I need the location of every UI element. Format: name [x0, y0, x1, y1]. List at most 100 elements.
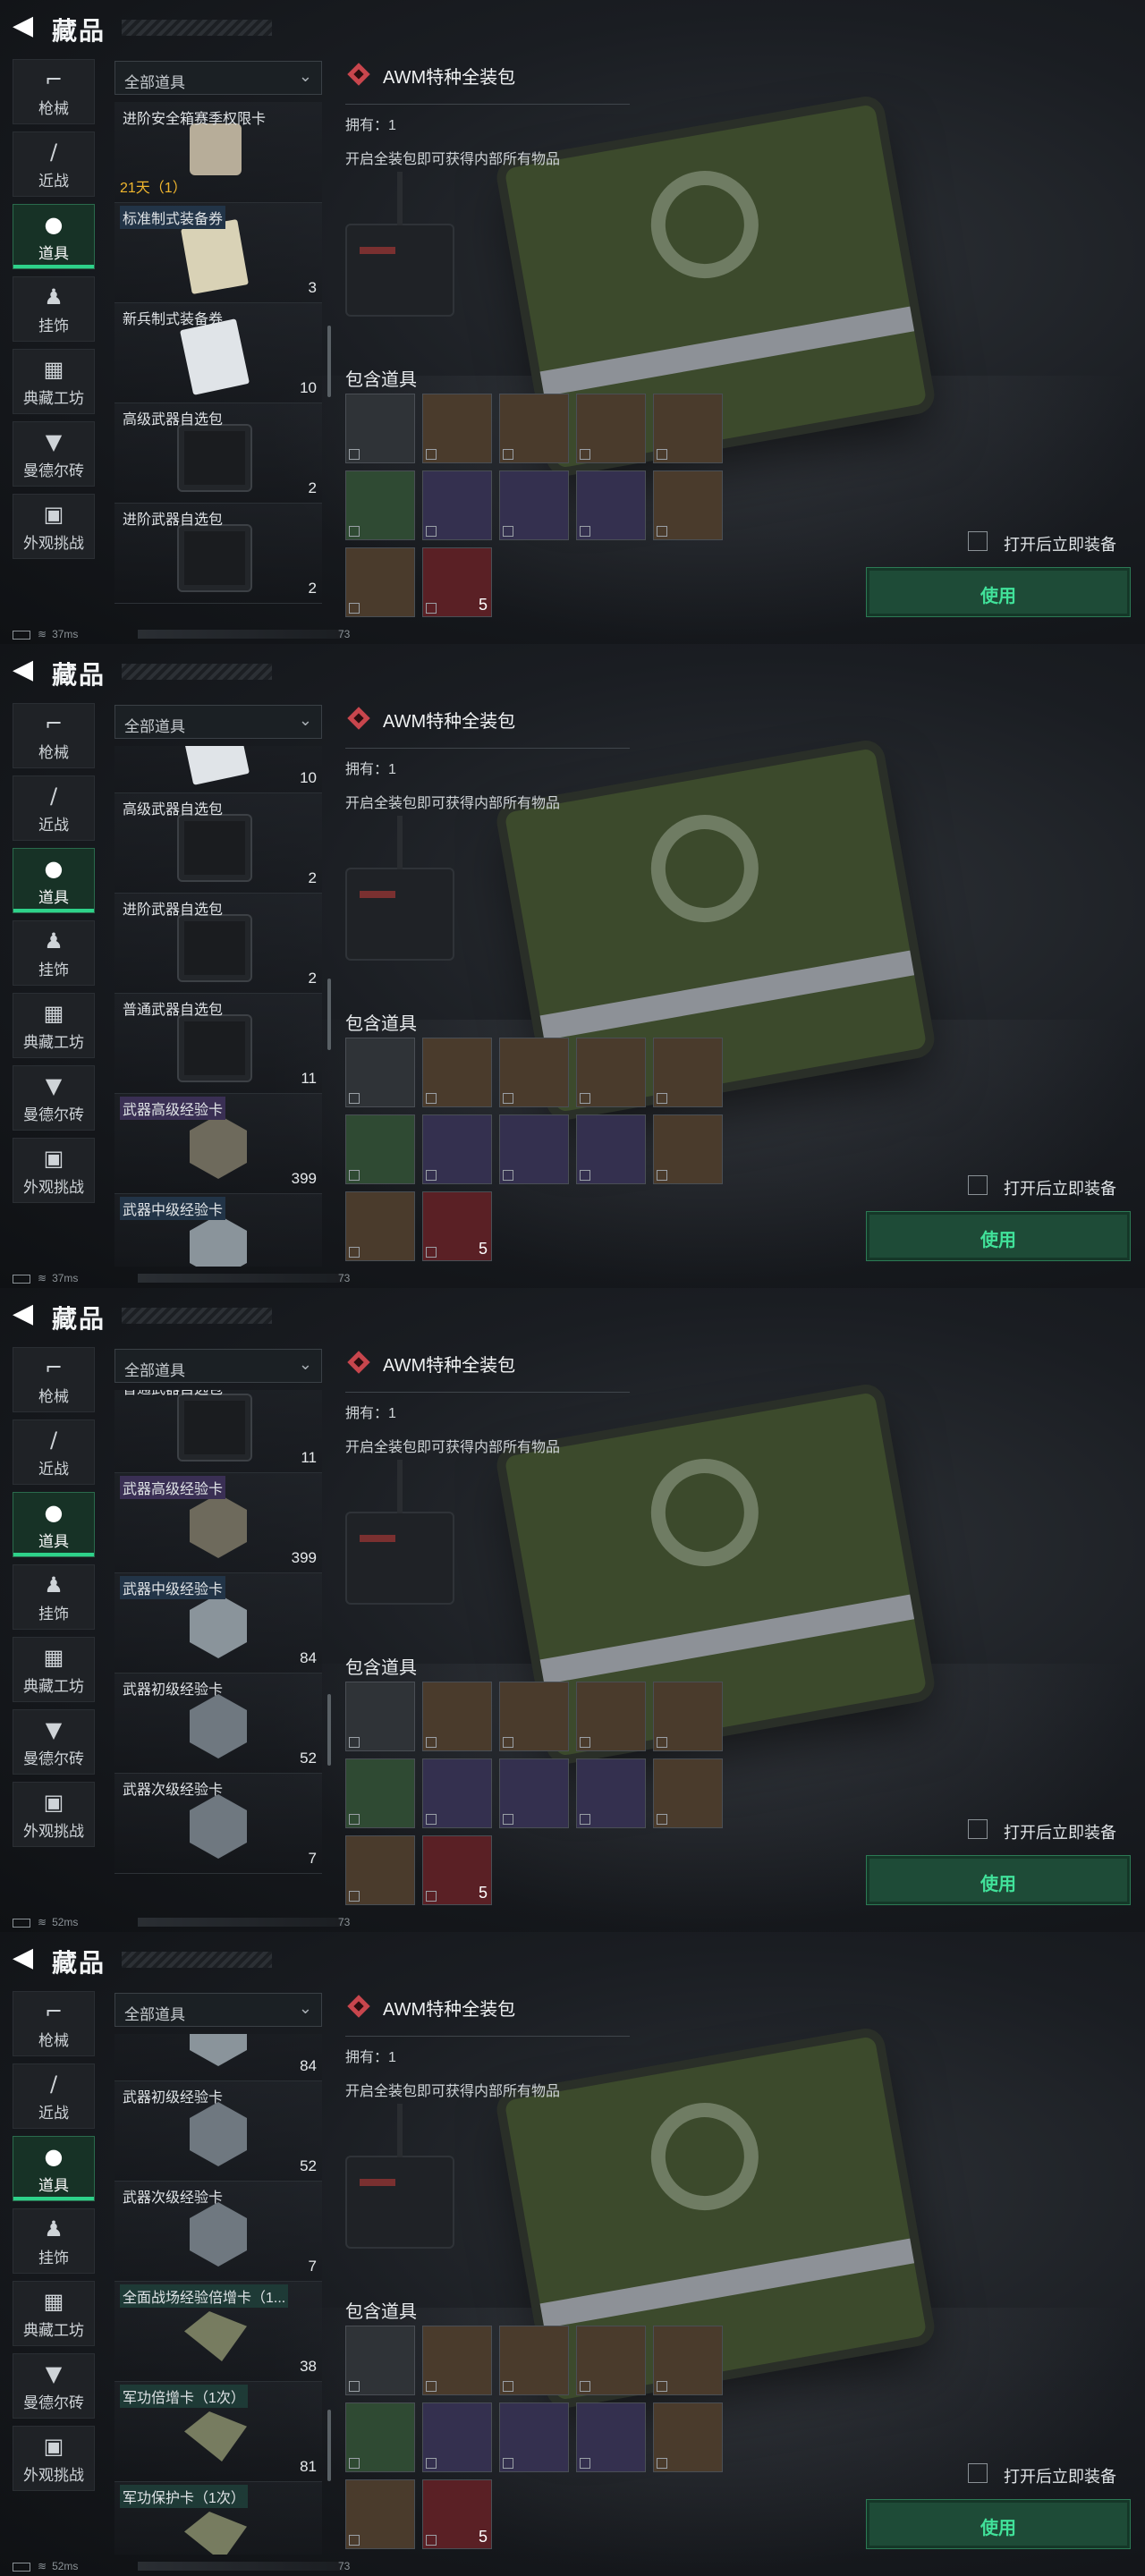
- category-tab-5[interactable]: ▦ 典藏工坊: [13, 349, 95, 414]
- category-tab-3[interactable]: ● 道具: [13, 204, 95, 269]
- category-tab-7[interactable]: ▣ 外观挑战: [13, 1782, 95, 1847]
- content-item[interactable]: [422, 2402, 492, 2472]
- list-item[interactable]: 高级武器自选包 2: [114, 792, 322, 894]
- list-item[interactable]: 标准制式装备券 3: [114, 202, 322, 303]
- content-item[interactable]: [576, 1758, 646, 1828]
- filter-dropdown[interactable]: 全部道具 ⌄: [114, 61, 322, 95]
- category-tab-5[interactable]: ▦ 典藏工坊: [13, 2281, 95, 2346]
- category-tab-1[interactable]: ⌐ 枪械: [13, 703, 95, 768]
- content-item[interactable]: [422, 394, 492, 463]
- category-tab-6[interactable]: ▼ 曼德尔砖: [13, 421, 95, 487]
- content-item[interactable]: [576, 1038, 646, 1107]
- content-item[interactable]: [345, 547, 415, 617]
- content-item[interactable]: [345, 1191, 415, 1261]
- content-item[interactable]: [499, 1038, 569, 1107]
- content-item[interactable]: [653, 2326, 723, 2395]
- list-item[interactable]: 武器高级经验卡 399: [114, 1472, 322, 1573]
- category-tab-4[interactable]: ♟ 挂饰: [13, 276, 95, 342]
- content-item[interactable]: 5: [422, 547, 492, 617]
- content-item[interactable]: [653, 1682, 723, 1751]
- category-tab-5[interactable]: ▦ 典藏工坊: [13, 1637, 95, 1702]
- auto-equip-checkbox[interactable]: [968, 1819, 988, 1839]
- use-button[interactable]: 使用: [866, 2499, 1131, 2549]
- list-item[interactable]: 军功倍增卡（1次） 81: [114, 2381, 322, 2482]
- content-item[interactable]: [345, 470, 415, 540]
- use-button[interactable]: 使用: [866, 567, 1131, 617]
- content-item[interactable]: [576, 2402, 646, 2472]
- content-item[interactable]: [345, 2479, 415, 2549]
- category-tab-2[interactable]: / 近战: [13, 2063, 95, 2129]
- content-item[interactable]: [653, 2402, 723, 2472]
- list-item[interactable]: 新兵制式装备券 10: [114, 302, 322, 403]
- list-scrollbar[interactable]: [327, 326, 331, 397]
- category-tab-3[interactable]: ● 道具: [13, 2136, 95, 2201]
- list-item[interactable]: 10: [114, 746, 322, 793]
- list-item[interactable]: 高级武器自选包 2: [114, 402, 322, 504]
- item-list[interactable]: 进阶安全箱赛季权限卡 21天（1） 标准制式装备券 3 新兵制式装备券 10 高级武器自选包…: [114, 102, 322, 623]
- category-tab-1[interactable]: ⌐ 枪械: [13, 1991, 95, 2056]
- filter-dropdown[interactable]: 全部道具 ⌄: [114, 705, 322, 739]
- category-tab-3[interactable]: ● 道具: [13, 1492, 95, 1557]
- content-item[interactable]: [499, 1114, 569, 1184]
- content-item[interactable]: [653, 470, 723, 540]
- content-item[interactable]: [499, 470, 569, 540]
- content-item[interactable]: [499, 1682, 569, 1751]
- list-scrollbar[interactable]: [327, 2410, 331, 2481]
- content-item[interactable]: [653, 394, 723, 463]
- content-item[interactable]: [422, 1682, 492, 1751]
- content-item[interactable]: [345, 2402, 415, 2472]
- filter-dropdown[interactable]: 全部道具 ⌄: [114, 1349, 322, 1383]
- filter-dropdown[interactable]: 全部道具 ⌄: [114, 1993, 322, 2027]
- list-item[interactable]: 武器初级经验卡 52: [114, 2080, 322, 2182]
- content-item[interactable]: [345, 1114, 415, 1184]
- content-item[interactable]: [345, 1758, 415, 1828]
- category-tab-3[interactable]: ● 道具: [13, 848, 95, 913]
- content-item[interactable]: [422, 1758, 492, 1828]
- category-tab-7[interactable]: ▣ 外观挑战: [13, 494, 95, 559]
- content-item[interactable]: [499, 2326, 569, 2395]
- category-tab-6[interactable]: ▼ 曼德尔砖: [13, 1709, 95, 1775]
- category-tab-2[interactable]: / 近战: [13, 775, 95, 841]
- back-icon[interactable]: ◀: [13, 13, 39, 39]
- use-button[interactable]: 使用: [866, 1211, 1131, 1261]
- auto-equip-checkbox[interactable]: [968, 2463, 988, 2483]
- list-item[interactable]: 进阶安全箱赛季权限卡 21天（1）: [114, 102, 322, 203]
- content-item[interactable]: [576, 1682, 646, 1751]
- list-item[interactable]: 军功保护卡（1次）: [114, 2481, 322, 2555]
- back-icon[interactable]: ◀: [13, 1945, 39, 1971]
- content-item[interactable]: [345, 2326, 415, 2395]
- back-icon[interactable]: ◀: [13, 1301, 39, 1327]
- content-item[interactable]: [576, 1114, 646, 1184]
- content-item[interactable]: [499, 394, 569, 463]
- list-item[interactable]: 武器中级经验卡: [114, 1193, 322, 1267]
- content-item[interactable]: [345, 1038, 415, 1107]
- content-item[interactable]: [576, 2326, 646, 2395]
- list-item[interactable]: 武器高级经验卡 399: [114, 1093, 322, 1194]
- content-item[interactable]: 5: [422, 1191, 492, 1261]
- category-tab-4[interactable]: ♟ 挂饰: [13, 1564, 95, 1630]
- category-tab-1[interactable]: ⌐ 枪械: [13, 59, 95, 124]
- list-scrollbar[interactable]: [327, 979, 331, 1050]
- content-item[interactable]: [499, 1758, 569, 1828]
- list-item[interactable]: 84: [114, 2034, 322, 2081]
- list-item[interactable]: 进阶武器自选包 2: [114, 503, 322, 604]
- list-item[interactable]: 武器次级经验卡 7: [114, 1773, 322, 1874]
- content-item[interactable]: [653, 1758, 723, 1828]
- category-tab-6[interactable]: ▼ 曼德尔砖: [13, 2353, 95, 2419]
- back-icon[interactable]: ◀: [13, 657, 39, 683]
- category-tab-7[interactable]: ▣ 外观挑战: [13, 1138, 95, 1203]
- category-tab-4[interactable]: ♟ 挂饰: [13, 920, 95, 986]
- category-tab-2[interactable]: / 近战: [13, 1419, 95, 1485]
- content-item[interactable]: [422, 2326, 492, 2395]
- category-tab-4[interactable]: ♟ 挂饰: [13, 2208, 95, 2274]
- category-tab-5[interactable]: ▦ 典藏工坊: [13, 993, 95, 1058]
- category-tab-2[interactable]: / 近战: [13, 131, 95, 197]
- content-item[interactable]: [422, 1114, 492, 1184]
- auto-equip-checkbox[interactable]: [968, 531, 988, 551]
- list-item[interactable]: 普通武器自选包 11: [114, 993, 322, 1094]
- content-item[interactable]: 5: [422, 2479, 492, 2549]
- item-list[interactable]: 10 高级武器自选包 2 进阶武器自选包 2 普通武器自选包 11 武器高级经验卡 399 武器中…: [114, 746, 322, 1267]
- auto-equip-checkbox[interactable]: [968, 1175, 988, 1195]
- list-item[interactable]: 普通武器自选包 11: [114, 1390, 322, 1473]
- content-item[interactable]: [422, 1038, 492, 1107]
